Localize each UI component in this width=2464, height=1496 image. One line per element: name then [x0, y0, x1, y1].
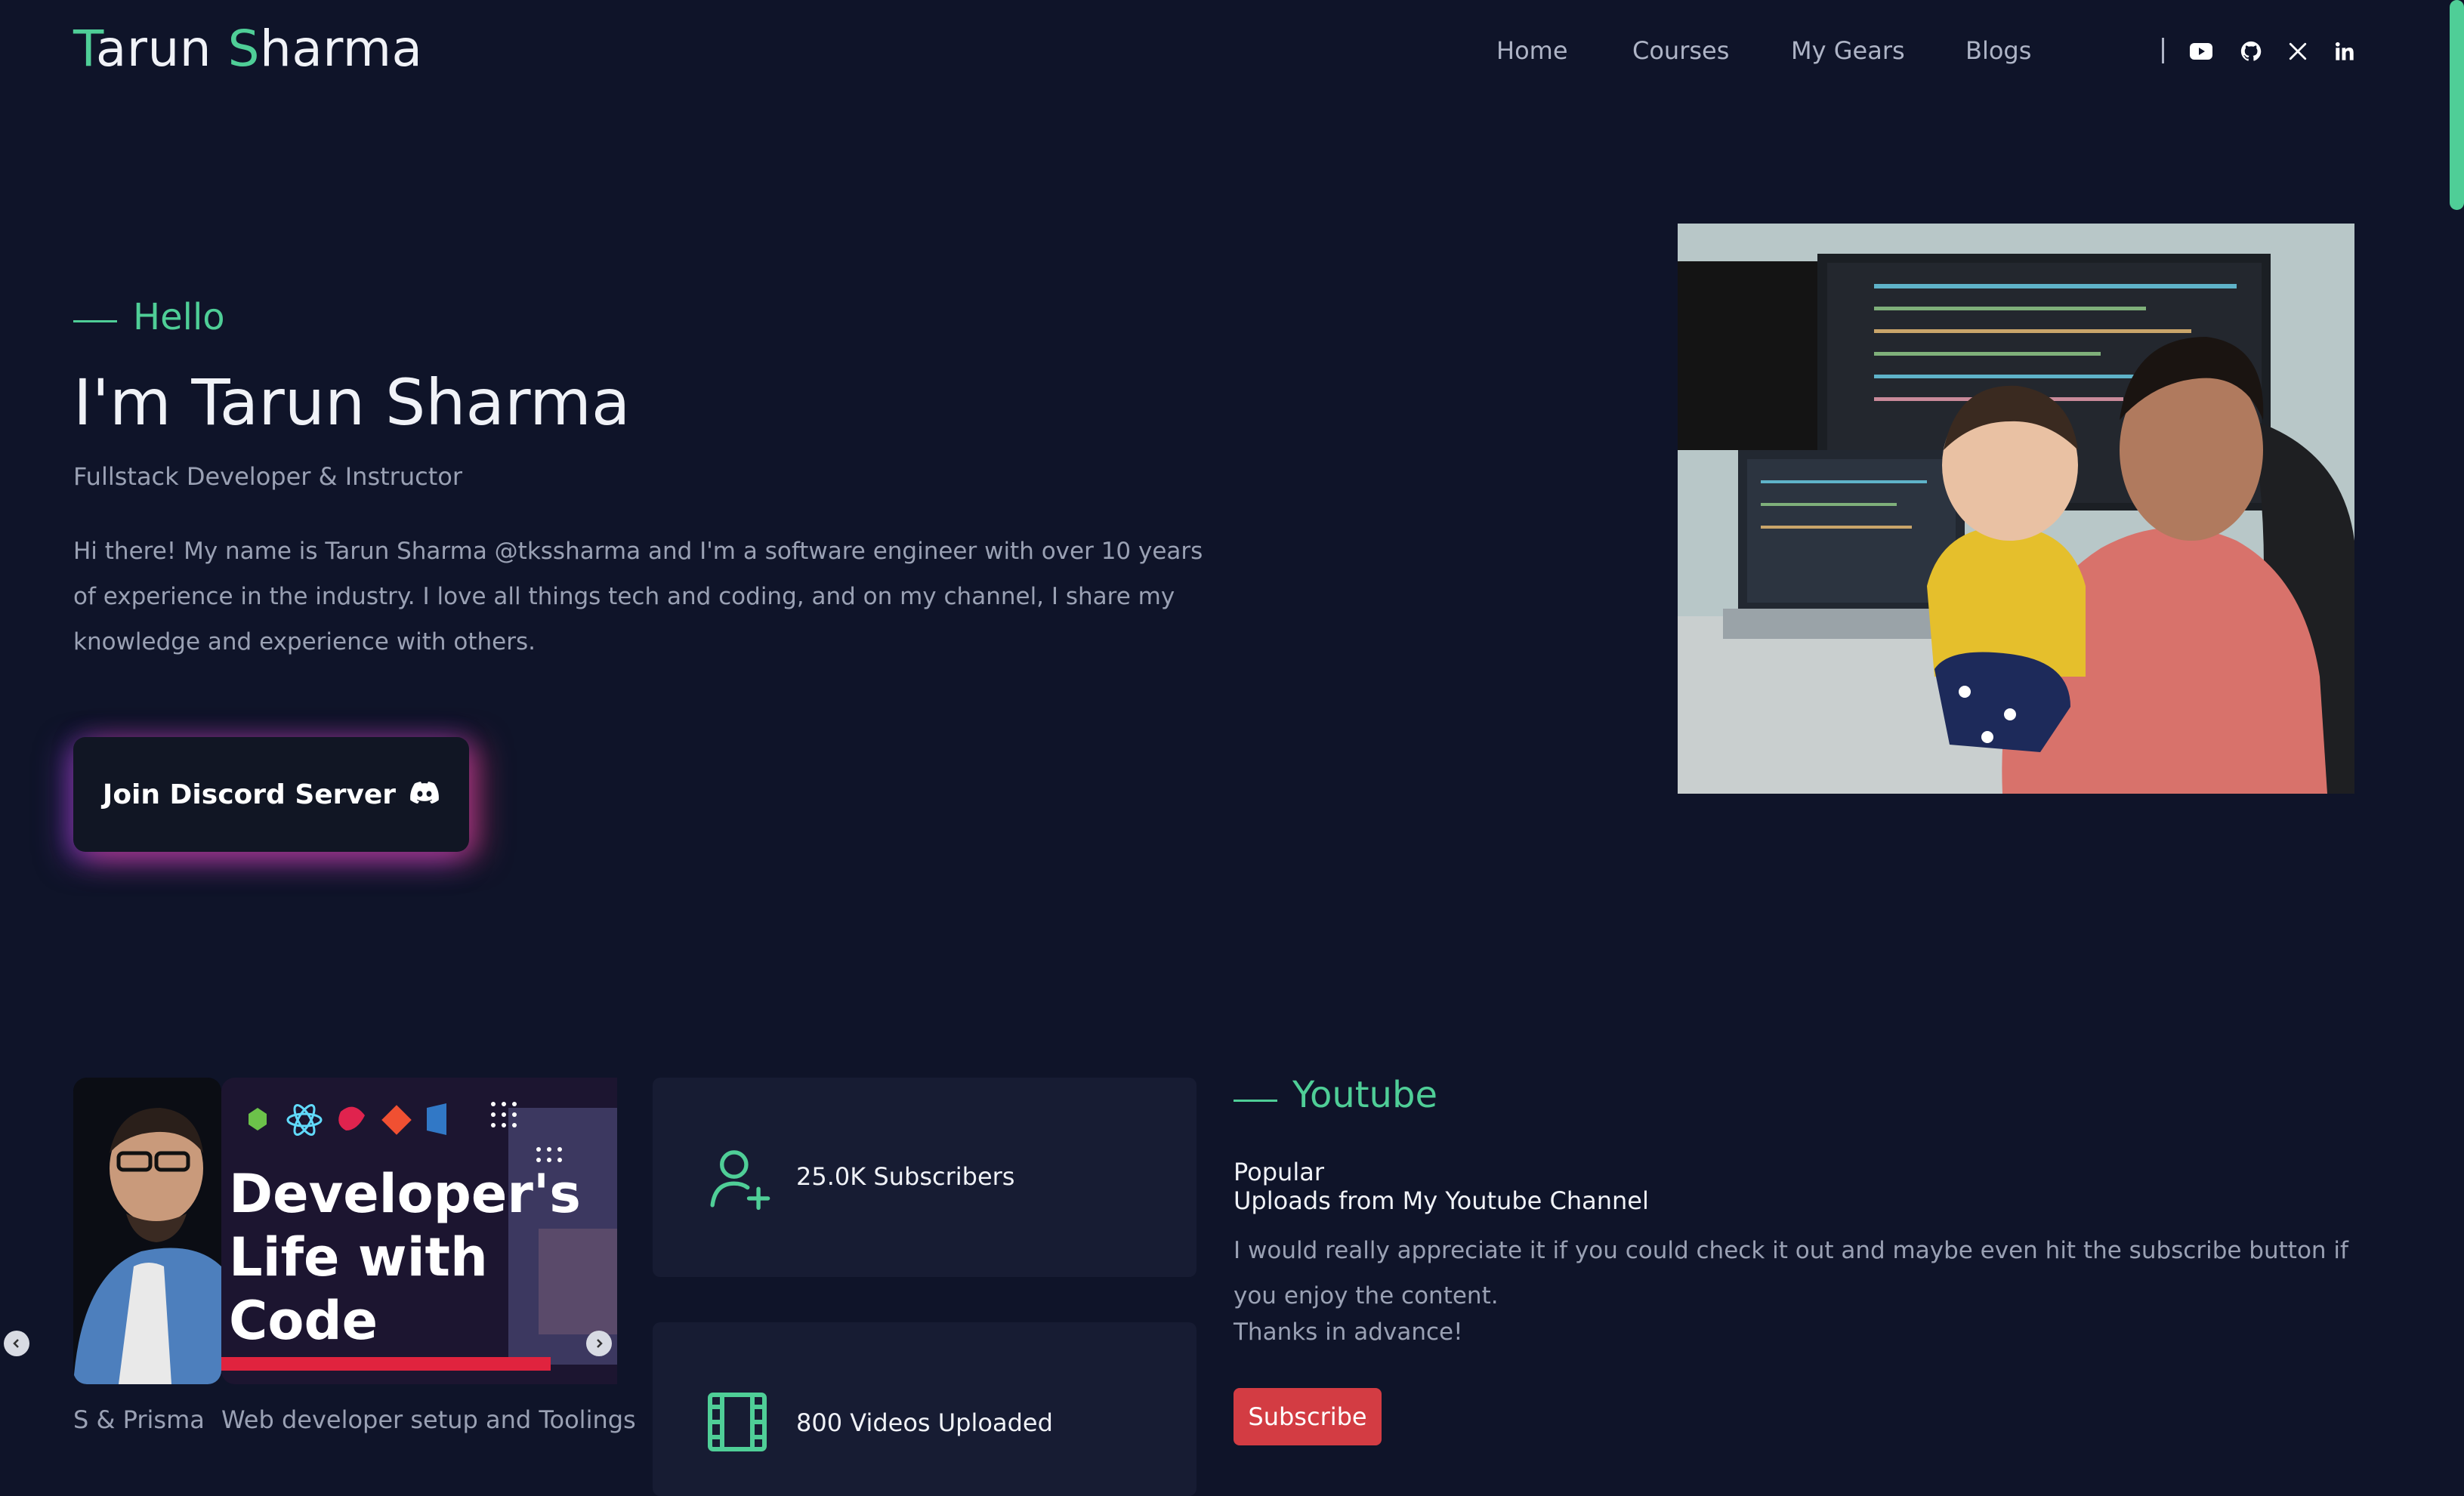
github-icon[interactable]: [2237, 36, 2265, 66]
hero-greeting: Hello: [133, 296, 225, 338]
hero-title: I'm Tarun Sharma: [73, 366, 631, 440]
chevron-left-icon: [13, 1339, 19, 1348]
carousel-caption[interactable]: Web developer setup and Toolings: [221, 1405, 636, 1434]
linkedin-icon[interactable]: [2331, 36, 2358, 66]
film-icon: [707, 1392, 767, 1455]
discord-icon: [409, 779, 440, 810]
join-discord-label: Join Discord Server: [102, 779, 397, 810]
subscribers-count: 25.0K Subscribers: [796, 1162, 1015, 1191]
hero-photo: [1678, 224, 2354, 794]
page-scrollbar-thumb[interactable]: [2450, 0, 2464, 210]
subscribe-button[interactable]: Subscribe: [1234, 1388, 1382, 1445]
carousel-slide-title: Developer's Life with Code: [229, 1162, 581, 1353]
hello-accent-line: [73, 320, 117, 322]
nav-divider: [2162, 38, 2164, 63]
hero-bio: Hi there! My name is Tarun Sharma @tkssh…: [73, 538, 1203, 655]
logo-last-initial: S: [227, 20, 261, 78]
videos-stat-card: 800 Videos Uploaded: [653, 1322, 1196, 1496]
carousel-prev-button[interactable]: [4, 1331, 29, 1356]
chevron-right-icon: [597, 1339, 603, 1348]
add-user-icon: [707, 1146, 772, 1214]
logo-first-initial: T: [73, 20, 96, 78]
nav-courses-link[interactable]: Courses: [1632, 36, 1729, 65]
nav-gears-link[interactable]: My Gears: [1791, 36, 1905, 65]
logo-first-rest: arun: [95, 20, 228, 78]
x-icon[interactable]: [2284, 36, 2311, 66]
carousel-caption[interactable]: S & Prisma: [73, 1405, 205, 1434]
slide-title-line-3: Code: [229, 1290, 378, 1352]
slide-title-line-1: Developer's: [229, 1163, 581, 1225]
site-logo[interactable]: Tarun Sharma: [73, 20, 423, 78]
carousel-slide-thumbnail[interactable]: [73, 1078, 221, 1384]
youtube-heading: Youtube: [1292, 1074, 1437, 1116]
videos-count: 800 Videos Uploaded: [796, 1408, 1053, 1437]
carousel-slide-developers-life[interactable]: Developer's Life with Code: [221, 1078, 617, 1384]
join-discord-button[interactable]: Join Discord Server: [73, 737, 469, 852]
subscribers-stat-card: 25.0K Subscribers: [653, 1078, 1196, 1277]
logo-last-rest: harma: [260, 20, 423, 78]
youtube-uploads-label: Uploads from My Youtube Channel: [1234, 1186, 1649, 1215]
slide-title-line-2: Life with: [229, 1226, 488, 1288]
youtube-popular-label: Popular: [1234, 1158, 1324, 1186]
nav-blogs-link[interactable]: Blogs: [1965, 36, 2031, 65]
hero-subtitle: Fullstack Developer & Instructor: [73, 462, 462, 491]
youtube-description: I would really appreciate it if you coul…: [1234, 1237, 2348, 1309]
youtube-icon[interactable]: [2188, 36, 2215, 66]
youtube-thanks: Thanks in advance!: [1234, 1319, 1463, 1346]
video-carousel[interactable]: Developer's Life with Code: [73, 1078, 617, 1384]
carousel-next-button[interactable]: [586, 1331, 612, 1356]
youtube-accent-line: [1234, 1100, 1277, 1102]
nav-home-link[interactable]: Home: [1496, 36, 1568, 65]
